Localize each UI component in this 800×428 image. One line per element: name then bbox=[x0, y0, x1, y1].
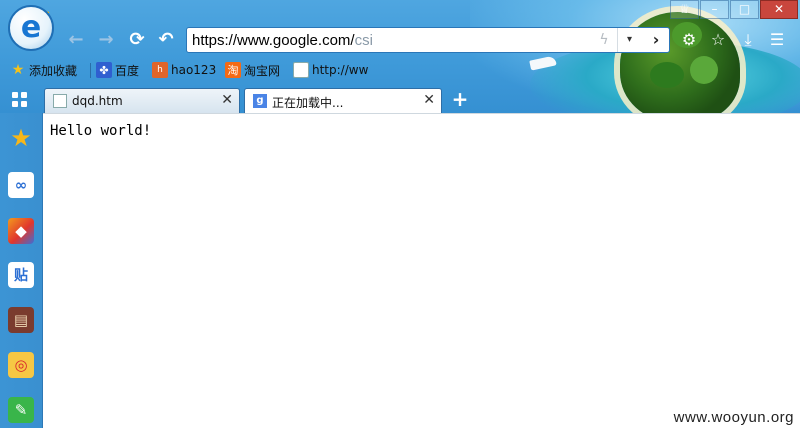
tab-dqd[interactable]: dqd.htm ✕ bbox=[44, 88, 240, 113]
baidu-cloud-icon[interactable]: ∞ bbox=[8, 172, 34, 198]
address-url: https://www.google.com/ bbox=[192, 32, 355, 49]
page-text: Hello world! bbox=[50, 123, 152, 139]
skin-button[interactable]: ♕ bbox=[670, 0, 699, 19]
go-button[interactable]: › bbox=[643, 28, 669, 52]
google-icon: g bbox=[253, 94, 267, 108]
tab-title: 正在加载中... bbox=[272, 96, 344, 110]
bookmark-http[interactable]: http://ww bbox=[293, 61, 368, 79]
reader-icon[interactable]: ▤ bbox=[8, 307, 34, 333]
new-tab-button[interactable]: + bbox=[450, 89, 470, 109]
bookmark-label: 淘宝网 bbox=[244, 63, 281, 78]
star-icon[interactable]: ☆ bbox=[707, 29, 729, 51]
bookmark-label: hao123 bbox=[171, 63, 217, 77]
star-add-icon: ★ bbox=[11, 62, 25, 78]
watermark: www.wooyun.org bbox=[673, 409, 794, 426]
lightning-icon[interactable]: ϟ bbox=[595, 31, 613, 49]
bookmark-baidu[interactable]: ✤ 百度 bbox=[96, 61, 139, 79]
bookmark-add-favorite[interactable]: ★ 添加收藏 bbox=[10, 61, 77, 79]
refresh-button[interactable]: ⟳ bbox=[125, 28, 149, 52]
bookmark-label: 百度 bbox=[115, 63, 140, 78]
close-icon[interactable]: ✕ bbox=[221, 92, 233, 108]
browser-chrome: e ← → ⟳ ↶ https://www.google.com/csi ϟ ▾… bbox=[0, 0, 800, 113]
menu-icon[interactable]: ☰ bbox=[766, 29, 788, 51]
browser-logo[interactable]: e bbox=[8, 5, 54, 51]
app-store-icon[interactable]: ◆ bbox=[8, 218, 34, 244]
tab-loading[interactable]: g 正在加载中... ✕ bbox=[244, 88, 442, 113]
bookmark-divider bbox=[90, 63, 91, 78]
address-input[interactable]: https://www.google.com/csi bbox=[192, 32, 373, 49]
download-icon[interactable]: ⤓ bbox=[737, 29, 759, 51]
page-content: Hello world! www.wooyun.org bbox=[43, 113, 800, 428]
undo-close-button[interactable]: ↶ bbox=[154, 28, 178, 52]
bookmark-hao123[interactable]: h hao123 bbox=[152, 61, 216, 79]
close-icon[interactable]: ✕ bbox=[423, 92, 435, 108]
bookmark-label: 添加收藏 bbox=[29, 63, 78, 78]
sidebar: ★ ∞ ◆ 贴 ▤ ◎ ✎ bbox=[0, 113, 43, 428]
favorites-icon[interactable]: ★ bbox=[8, 124, 34, 152]
hao123-icon: h bbox=[152, 62, 168, 78]
tieba-icon[interactable]: 贴 bbox=[8, 262, 34, 288]
minimize-button[interactable]: – bbox=[700, 0, 729, 19]
address-dropdown-button[interactable]: ▾ bbox=[617, 28, 641, 52]
taobao-icon: 淘 bbox=[225, 62, 241, 78]
forward-button[interactable]: → bbox=[94, 28, 118, 52]
back-button[interactable]: ← bbox=[64, 28, 88, 52]
close-button[interactable]: ✕ bbox=[760, 0, 798, 19]
weibo-icon[interactable]: ◎ bbox=[8, 352, 34, 378]
tab-strip: dqd.htm ✕ g 正在加载中... ✕ + bbox=[0, 86, 800, 113]
maximize-button[interactable]: □ bbox=[730, 0, 759, 19]
page-icon bbox=[293, 62, 309, 78]
bookmark-taobao[interactable]: 淘 淘宝网 bbox=[225, 61, 280, 79]
baidu-paw-icon: ✤ bbox=[96, 62, 112, 78]
address-autocomplete: csi bbox=[354, 32, 373, 49]
bookmarks-bar: ★ 添加收藏 ✤ 百度 h hao123 淘 淘宝网 http://ww bbox=[0, 59, 520, 81]
tab-title: dqd.htm bbox=[72, 94, 123, 108]
bookmark-label: http://ww bbox=[312, 63, 369, 77]
page-icon bbox=[53, 94, 67, 108]
notes-icon[interactable]: ✎ bbox=[8, 397, 34, 423]
address-bar[interactable]: https://www.google.com/csi ϟ ▾ › bbox=[186, 27, 670, 53]
grid-icon[interactable] bbox=[12, 92, 28, 108]
gear-icon[interactable]: ⚙ bbox=[678, 29, 700, 51]
